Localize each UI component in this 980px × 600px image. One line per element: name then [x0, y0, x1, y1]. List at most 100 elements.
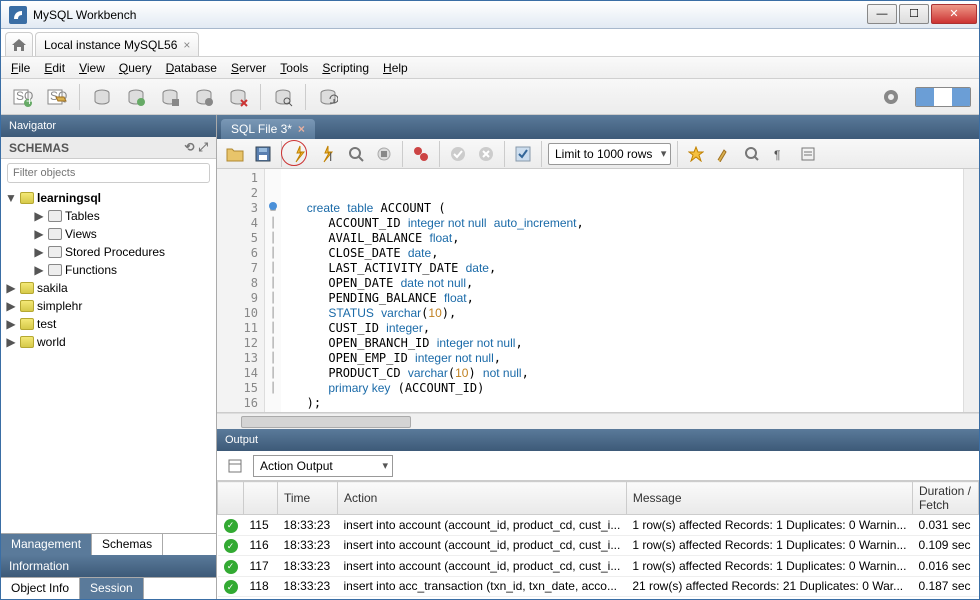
- tree-procs[interactable]: Stored Procedures: [65, 245, 165, 259]
- tb-icon-4[interactable]: [190, 83, 218, 111]
- tb-icon-5[interactable]: [224, 83, 252, 111]
- database-icon: [20, 318, 34, 330]
- window-titlebar: MySQL Workbench — ☐ ✕: [1, 1, 979, 29]
- database-icon: [20, 336, 34, 348]
- autocommit-icon[interactable]: [511, 142, 535, 166]
- tree-views[interactable]: Views: [65, 227, 97, 241]
- sql-editor[interactable]: 12345678910111213141516 ⊟││││││││││││ cr…: [217, 169, 979, 413]
- output-row[interactable]: ✓11818:33:23insert into acc_transaction …: [218, 576, 979, 597]
- snippets-icon[interactable]: [796, 142, 820, 166]
- output-controls: Action Output: [217, 451, 979, 481]
- db-learningsql[interactable]: learningsql: [37, 191, 101, 205]
- menu-query[interactable]: Query: [119, 61, 152, 75]
- filter-input[interactable]: [7, 163, 210, 183]
- no-limit-icon[interactable]: [409, 142, 433, 166]
- expand-icon[interactable]: ⤢: [198, 140, 208, 155]
- window-title: MySQL Workbench: [33, 8, 867, 22]
- output-row[interactable]: ✓11618:33:23insert into account (account…: [218, 535, 979, 556]
- tb-icon-1[interactable]: [88, 83, 116, 111]
- output-row[interactable]: ✓11518:33:23insert into account (account…: [218, 515, 979, 536]
- folder-icon: [48, 264, 62, 276]
- db-sakila[interactable]: sakila: [37, 281, 68, 295]
- col-status[interactable]: [218, 482, 244, 515]
- editor-hscroll[interactable]: [217, 413, 979, 429]
- output-row[interactable]: ✓11718:33:23insert into account (account…: [218, 556, 979, 577]
- open-file-icon[interactable]: [223, 142, 247, 166]
- close-editor-tab-icon[interactable]: ×: [298, 122, 305, 136]
- tab-object-info[interactable]: Object Info: [1, 578, 80, 599]
- home-tab[interactable]: [5, 32, 33, 56]
- find-icon[interactable]: [712, 142, 736, 166]
- menu-database[interactable]: Database: [166, 61, 217, 75]
- minimize-button[interactable]: —: [867, 4, 897, 24]
- menu-help[interactable]: Help: [383, 61, 408, 75]
- connection-tab[interactable]: Local instance MySQL56 ×: [35, 32, 199, 56]
- tab-session[interactable]: Session: [80, 578, 144, 599]
- save-icon[interactable]: [251, 142, 275, 166]
- db-test[interactable]: test: [37, 317, 56, 331]
- explain-icon[interactable]: [344, 142, 368, 166]
- new-sql-tab-icon[interactable]: SQL+: [9, 83, 37, 111]
- refresh-icon[interactable]: ⟲: [184, 140, 194, 155]
- editor-vscroll[interactable]: [963, 169, 979, 412]
- col-action[interactable]: Action: [338, 482, 627, 515]
- tb-icon-reconnect[interactable]: [314, 83, 342, 111]
- schemas-header: SCHEMAS ⟲⤢: [1, 137, 216, 159]
- row-num: 116: [244, 535, 278, 556]
- wrap-icon[interactable]: ¶: [768, 142, 792, 166]
- close-tab-icon[interactable]: ×: [183, 38, 190, 52]
- output-table[interactable]: Time Action Message Duration / Fetch ✓11…: [217, 481, 979, 599]
- menu-server[interactable]: Server: [231, 61, 266, 75]
- home-icon: [11, 38, 27, 52]
- tb-icon-search[interactable]: [269, 83, 297, 111]
- line-gutter: 12345678910111213141516: [217, 169, 265, 412]
- panel-toggle[interactable]: [915, 87, 971, 107]
- editor-tab[interactable]: SQL File 3* ×: [221, 119, 315, 139]
- tb-icon-3[interactable]: [156, 83, 184, 111]
- editor-tabstrip: SQL File 3* ×: [217, 115, 979, 139]
- menu-scripting[interactable]: Scripting: [322, 61, 369, 75]
- tree-funcs[interactable]: Functions: [65, 263, 117, 277]
- output-mode-icon[interactable]: [223, 454, 247, 478]
- maximize-button[interactable]: ☐: [899, 4, 929, 24]
- main-toolbar: SQL+ SQL: [1, 79, 979, 115]
- gear-icon[interactable]: [877, 83, 905, 111]
- rollback-icon[interactable]: [474, 142, 498, 166]
- menu-edit[interactable]: Edit: [44, 61, 65, 75]
- execute-icon[interactable]: [288, 142, 312, 166]
- row-action: insert into account (account_id, product…: [338, 556, 627, 577]
- col-message[interactable]: Message: [626, 482, 912, 515]
- close-button[interactable]: ✕: [931, 4, 977, 24]
- stop-icon[interactable]: [372, 142, 396, 166]
- open-sql-icon[interactable]: SQL: [43, 83, 71, 111]
- success-icon: ✓: [224, 519, 238, 533]
- tab-schemas[interactable]: Schemas: [92, 534, 163, 555]
- execute-current-icon[interactable]: I: [316, 142, 340, 166]
- tb-icon-2[interactable]: [122, 83, 150, 111]
- limit-rows-select[interactable]: Limit to 1000 rows: [548, 143, 671, 165]
- row-message: 1 row(s) affected Records: 1 Duplicates:…: [626, 535, 912, 556]
- commit-icon[interactable]: [446, 142, 470, 166]
- menu-file[interactable]: File: [11, 61, 30, 75]
- database-icon: [20, 282, 34, 294]
- tree-tables[interactable]: Tables: [65, 209, 100, 223]
- col-duration[interactable]: Duration / Fetch: [912, 482, 978, 515]
- beautify-icon[interactable]: [684, 142, 708, 166]
- row-duration: 0.109 sec: [912, 535, 978, 556]
- row-message: 1 row(s) affected Records: 1 Duplicates:…: [626, 515, 912, 536]
- code-text[interactable]: create table ACCOUNT ( ACCOUNT_ID intege…: [281, 169, 963, 412]
- db-simplehr[interactable]: simplehr: [37, 299, 82, 313]
- row-message: 21 row(s) affected Records: 21 Duplicate…: [626, 576, 912, 597]
- col-num[interactable]: [244, 482, 278, 515]
- tab-management[interactable]: Management: [1, 534, 92, 555]
- row-num: 115: [244, 515, 278, 536]
- menu-view[interactable]: View: [79, 61, 105, 75]
- menubar: File Edit View Query Database Server Too…: [1, 57, 979, 79]
- menu-tools[interactable]: Tools: [280, 61, 308, 75]
- folder-icon: [48, 246, 62, 258]
- output-type-select[interactable]: Action Output: [253, 455, 393, 477]
- invisible-icon[interactable]: [740, 142, 764, 166]
- col-time[interactable]: Time: [278, 482, 338, 515]
- schema-tree[interactable]: ▼learningsql ▶Tables ▶Views ▶Stored Proc…: [1, 187, 216, 533]
- db-world[interactable]: world: [37, 335, 66, 349]
